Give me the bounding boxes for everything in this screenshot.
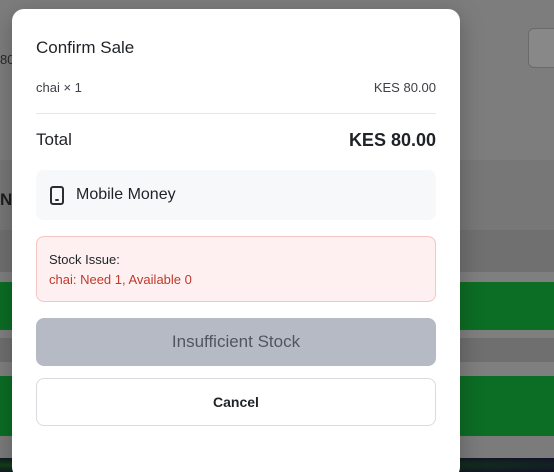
phone-icon xyxy=(50,185,64,205)
line-item-amount: KES 80.00 xyxy=(373,80,436,95)
payment-method-box: Mobile Money xyxy=(36,170,436,220)
confirm-sale-modal: Confirm Sale chai × 1 KES 80.00 Total KE… xyxy=(12,9,460,472)
line-item-row: chai × 1 KES 80.00 xyxy=(36,80,436,95)
insufficient-stock-button[interactable]: Insufficient Stock xyxy=(36,318,436,366)
stock-issue-alert: Stock Issue: chai: Need 1, Available 0 xyxy=(36,236,436,302)
background-heading-fragment: N xyxy=(0,190,13,209)
cancel-button[interactable]: Cancel xyxy=(36,378,436,426)
alert-message: chai: Need 1, Available 0 xyxy=(49,272,192,287)
modal-title: Confirm Sale xyxy=(36,38,135,57)
total-label: Total xyxy=(36,130,72,149)
background-card xyxy=(528,28,554,68)
payment-method-label: Mobile Money xyxy=(76,186,176,203)
total-amount: KES 80.00 xyxy=(348,130,436,150)
alert-heading: Stock Issue: xyxy=(49,252,120,267)
divider xyxy=(36,113,436,114)
line-item-name: chai × 1 xyxy=(36,80,82,95)
total-row: Total KES 80.00 xyxy=(36,130,436,151)
